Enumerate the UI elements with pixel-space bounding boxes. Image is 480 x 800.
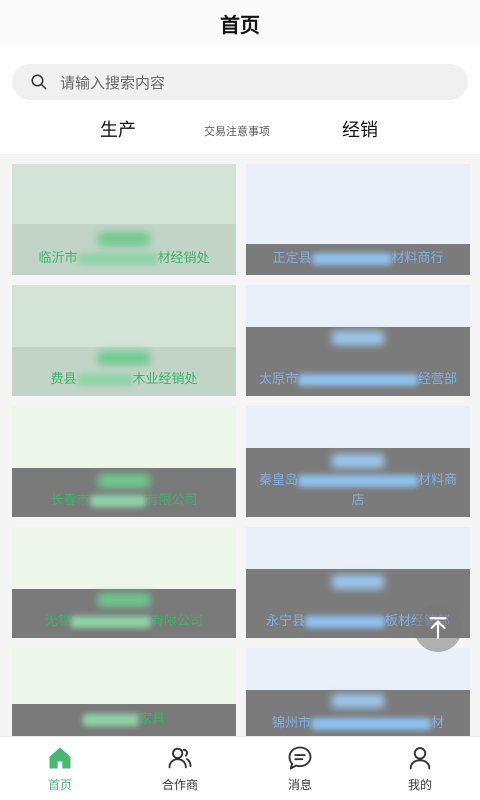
company-name: 锦州市材 <box>271 716 445 731</box>
blurred-logo <box>98 351 150 365</box>
company-card[interactable]: 太原市 经营部 <box>246 285 470 396</box>
search-area: 请输入搜索内容 生产 交易注意事项 经销 <box>0 46 480 154</box>
company-card[interactable]: 家具 <box>12 648 236 736</box>
company-card[interactable]: 费县 木业经销处 <box>12 285 236 396</box>
tabbar-home[interactable]: 首页 <box>0 737 120 800</box>
page-title: 首页 <box>220 12 260 37</box>
tabbar-partners[interactable]: 合作商 <box>120 737 240 800</box>
tabbar-messages-label: 消息 <box>287 778 312 792</box>
company-card[interactable]: 无锡 有限公司 <box>12 527 236 638</box>
back-to-top-button[interactable] <box>414 604 462 652</box>
search-icon <box>31 74 47 90</box>
tab-distribution[interactable]: 经销 <box>342 116 378 142</box>
trade-notice-link[interactable]: 交易注意事项 <box>204 123 270 139</box>
company-name: 费县 木业经销处 <box>50 372 198 387</box>
company-card[interactable]: 临沂市 材经销处 <box>12 164 236 275</box>
blurred-logo <box>332 694 384 708</box>
tabbar-mine-label: 我的 <box>407 778 432 792</box>
company-name: 家具 <box>20 710 228 730</box>
company-name: 太原市 经营部 <box>258 372 458 387</box>
messages-icon <box>288 746 312 770</box>
partners-icon <box>168 747 192 769</box>
search-input[interactable]: 请输入搜索内容 <box>12 64 468 100</box>
company-card[interactable]: 长春市 有限公司 <box>12 406 236 517</box>
company-card[interactable]: 正定县 材料商行 <box>246 164 470 275</box>
blurred-logo <box>332 575 384 589</box>
tab-production[interactable]: 生产 <box>100 116 136 142</box>
tabbar-home-label: 首页 <box>47 778 72 792</box>
search-placeholder: 请输入搜索内容 <box>60 73 166 92</box>
header: 首页 <box>0 0 480 46</box>
tabbar-partners-label: 合作商 <box>161 778 198 792</box>
tabbar-mine[interactable]: 我的 <box>360 737 480 800</box>
blurred-logo <box>98 593 150 607</box>
blurred-logo <box>98 474 150 488</box>
company-name: 无锡 有限公司 <box>44 614 204 629</box>
company-name: 正定县 材料商行 <box>272 251 444 266</box>
home-icon <box>49 747 71 769</box>
company-grid: 临沂市 材经销处 正定县 材料商行 费县 木业经销处 太原市 经营部 长春市 有… <box>0 154 480 736</box>
blurred-logo <box>98 232 150 246</box>
company-name: 临沂市 材经销处 <box>38 251 210 266</box>
back-to-top-icon <box>429 617 447 639</box>
company-card[interactable]: 秦皇岛 材料商店 <box>246 406 470 517</box>
bottom-tab-bar: 首页 合作商 消息 我的 <box>0 736 480 800</box>
mine-icon <box>409 747 431 770</box>
tabbar-messages[interactable]: 消息 <box>240 737 360 800</box>
company-name: 秦皇岛 材料商店 <box>258 473 458 508</box>
company-name: 长春市 有限公司 <box>50 493 198 508</box>
app: 首页 请输入搜索内容 生产 交易注意事项 经销 临沂市 材经销处 正定县 材料商… <box>0 0 480 800</box>
blurred-logo <box>332 454 384 468</box>
category-tabs: 生产 交易注意事项 经销 <box>0 108 480 148</box>
company-card[interactable]: 锦州市材 <box>246 648 470 736</box>
blurred-logo <box>332 331 384 345</box>
